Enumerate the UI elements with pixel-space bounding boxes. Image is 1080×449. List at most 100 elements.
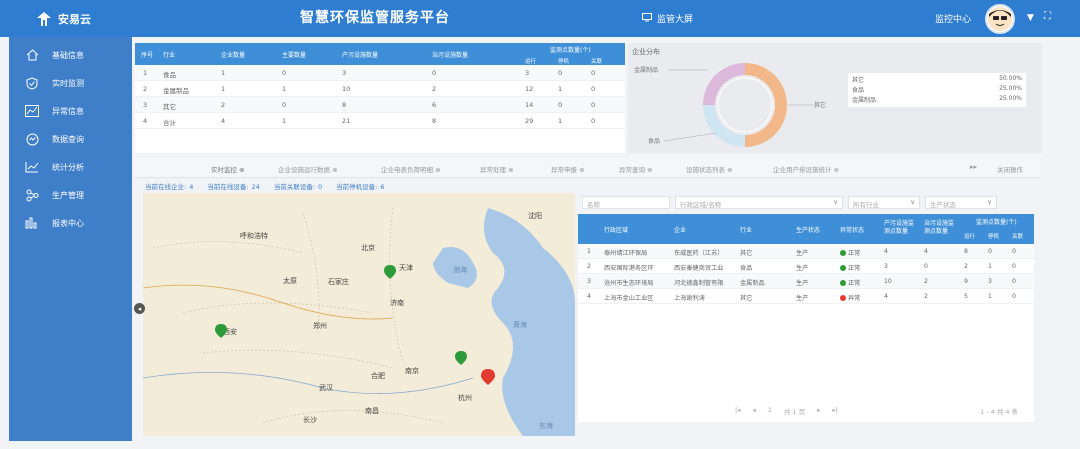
pie-callout-label: 食品 (648, 137, 660, 145)
col-header: 监测点数量(个) (976, 219, 1017, 226)
tab[interactable]: 企业设施运行数据 ⊗ (278, 164, 338, 174)
big-screen-button[interactable]: 监管大屏 (642, 12, 693, 25)
monitor-center-link[interactable]: 监控中心 (935, 12, 971, 25)
table-row[interactable]: 3 沧州市生态环境局 河北德鑫制管有限 金属制品 生产 正常 10 2 9 3 0 (578, 274, 1034, 289)
tab-label: 异常申报 (551, 166, 577, 174)
map-base (143, 193, 575, 436)
tab-close-icon[interactable]: ⊗ (832, 166, 839, 174)
tabs-scroll-arrow[interactable]: ▸▸ (970, 163, 977, 171)
page-title: 智慧环保监管服务平台 (300, 10, 450, 26)
sidebar-item-query[interactable]: 数据查询 (9, 125, 132, 153)
last-page-button[interactable]: ▸| (832, 406, 837, 416)
sidebar-item-abnormal[interactable]: 异常信息 (9, 97, 132, 125)
chart-alert-icon (24, 104, 40, 118)
prev-page-button[interactable]: ◂ (752, 406, 755, 416)
tab-close-icon[interactable]: ⊗ (330, 166, 337, 174)
col-header: 企业 (674, 227, 687, 234)
table-row[interactable]: 4 合计 4 1 21 8 29 1 0 (135, 113, 625, 129)
pie-slice[interactable] (703, 105, 745, 147)
legend-item: 金属制品 25.00% (852, 95, 1022, 105)
tab[interactable]: 实时监控 ⊗ (211, 164, 245, 174)
table-cell: 1 (282, 85, 287, 93)
sidebar-item-reports[interactable]: 报表中心 (9, 209, 132, 237)
page-number-input[interactable]: 1 (768, 406, 772, 416)
close-all-tabs-button[interactable]: 关闭操作 (997, 164, 1023, 174)
status-dot-icon (840, 295, 846, 301)
tab[interactable]: 企业电表负荷明细 ⊗ (381, 164, 441, 174)
summary-table-header: 序号 行业 企业数量 主要数量 产污设施数量 治污设施数量 监测点数量(个) 运… (135, 43, 625, 65)
table-row[interactable]: 4 上海市金山工业区 上海谢利涛 其它 生产 异常 4 2 5 1 0 (578, 289, 1034, 304)
pie-slice[interactable] (745, 63, 787, 147)
tab-close-icon[interactable]: ⊗ (237, 166, 244, 174)
status-text: 异常 (848, 295, 861, 302)
table-cell: 其它 (740, 295, 753, 302)
tab[interactable]: 异常申报 ⊗ (551, 164, 585, 174)
shield-icon (24, 76, 40, 90)
table-cell: 14 (525, 101, 534, 109)
sidebar-item-analysis[interactable]: 统计分析 (9, 153, 132, 181)
table-row[interactable]: 1 泰州靖江环保局 东威医药（江苏） 其它 生产 正常 4 4 8 0 0 (578, 244, 1034, 259)
col-header: 产污设施监测点数量 (884, 220, 915, 235)
table-cell: 生产 (796, 280, 809, 287)
status-text: 正常 (848, 265, 861, 272)
map-label: 黄海 (513, 321, 527, 329)
status-dot-icon (840, 265, 846, 271)
logo[interactable]: 安易云 (0, 11, 135, 27)
table-cell: 4 (221, 117, 226, 125)
fullscreen-icon[interactable]: ⛶ (1044, 11, 1051, 22)
tab-close-icon[interactable]: ⊗ (506, 166, 513, 174)
legend-value: 25.00% (999, 95, 1022, 102)
tab[interactable]: 设施状态列表 ⊗ (686, 164, 733, 174)
sidebar-item-realtime[interactable]: 实时监测 (9, 69, 132, 97)
tab[interactable]: 异常处理 ⊗ (480, 164, 514, 174)
col-header: 行政区域 (604, 227, 629, 234)
industry-select-text: 所有行业 (853, 201, 879, 209)
pie-slice[interactable] (703, 63, 745, 105)
map-label: 渤海 (453, 266, 467, 274)
table-cell: 其它 (163, 103, 176, 111)
collapse-panel-button[interactable]: ◂ (134, 303, 145, 314)
sidebar-item-basic-info[interactable]: 基础信息 (9, 41, 132, 69)
map-marker-pin-icon[interactable] (384, 265, 396, 279)
map-marker-pin-icon[interactable] (481, 369, 495, 385)
table-row[interactable]: 1 食品 1 0 3 0 3 0 0 (135, 65, 625, 81)
tab-label: 企业电表负荷明细 (381, 166, 433, 174)
table-cell: 0 (282, 69, 287, 77)
status-select[interactable]: 生产状态 ∨ (925, 196, 997, 209)
name-search-input[interactable]: 名称 (582, 196, 670, 209)
big-screen-label: 监管大屏 (657, 15, 694, 25)
stat-item: 当前在线设备: 24 (207, 181, 259, 191)
tab-label: 企业设施运行数据 (278, 166, 330, 174)
chevron-down-icon[interactable]: ▼ (1027, 13, 1034, 23)
table-row[interactable]: 3 其它 2 0 8 6 14 0 0 (135, 97, 625, 113)
legend-value: 50.00% (999, 75, 1022, 82)
map-view[interactable]: 呼和浩特 北京 天津 沈阳 太原 石家庄 济南 郑州 西安 南京 合肥 武汉 杭… (143, 193, 575, 436)
tab[interactable]: 异常查询 ⊗ (619, 164, 653, 174)
table-cell: 正常 (840, 278, 860, 287)
tab-close-icon[interactable]: ⊗ (577, 166, 584, 174)
pagination-info: 1 - 4 共 4 条 (980, 408, 1019, 416)
avatar[interactable] (985, 4, 1015, 34)
next-page-button[interactable]: ▸ (817, 406, 820, 416)
sidebar-item-production[interactable]: 生产管理 (9, 181, 132, 209)
tab-close-icon[interactable]: ⊗ (645, 166, 652, 174)
enterprise-table: 行政区域 企业 行业 生产状态 异常状态 产污设施监测点数量 治污设施监测点数量… (578, 214, 1034, 422)
status-dot-icon (840, 250, 846, 256)
pie-legend: 其它 50.00% 食品 25.00% 金属制品 25.00% (848, 73, 1026, 107)
table-row[interactable]: 2 金属制品 1 1 10 2 12 1 0 (135, 81, 625, 97)
table-cell: 1 (221, 69, 226, 77)
map-marker-pin-icon[interactable] (215, 324, 227, 338)
tab-close-icon[interactable]: ⊗ (725, 166, 732, 174)
col-subheader: 停机 (988, 234, 1000, 240)
table-cell: 0 (591, 101, 596, 109)
facility-select[interactable]: 行政区域/名称 ∨ (675, 196, 843, 209)
tab[interactable]: 企业用产排设施统计 ⊗ (773, 164, 839, 174)
table-row[interactable]: 2 西安国际港务区环 西安秦健商贸工业 食品 生产 正常 3 0 2 1 0 (578, 259, 1034, 274)
table-cell: 1 (558, 117, 563, 125)
industry-select[interactable]: 所有行业 ∨ (848, 196, 920, 209)
first-page-button[interactable]: |◂ (735, 406, 740, 416)
table-cell: 2 (964, 263, 968, 270)
table-cell: 12 (525, 85, 534, 93)
map-marker-pin-icon[interactable] (455, 351, 467, 365)
tab-close-icon[interactable]: ⊗ (433, 166, 440, 174)
